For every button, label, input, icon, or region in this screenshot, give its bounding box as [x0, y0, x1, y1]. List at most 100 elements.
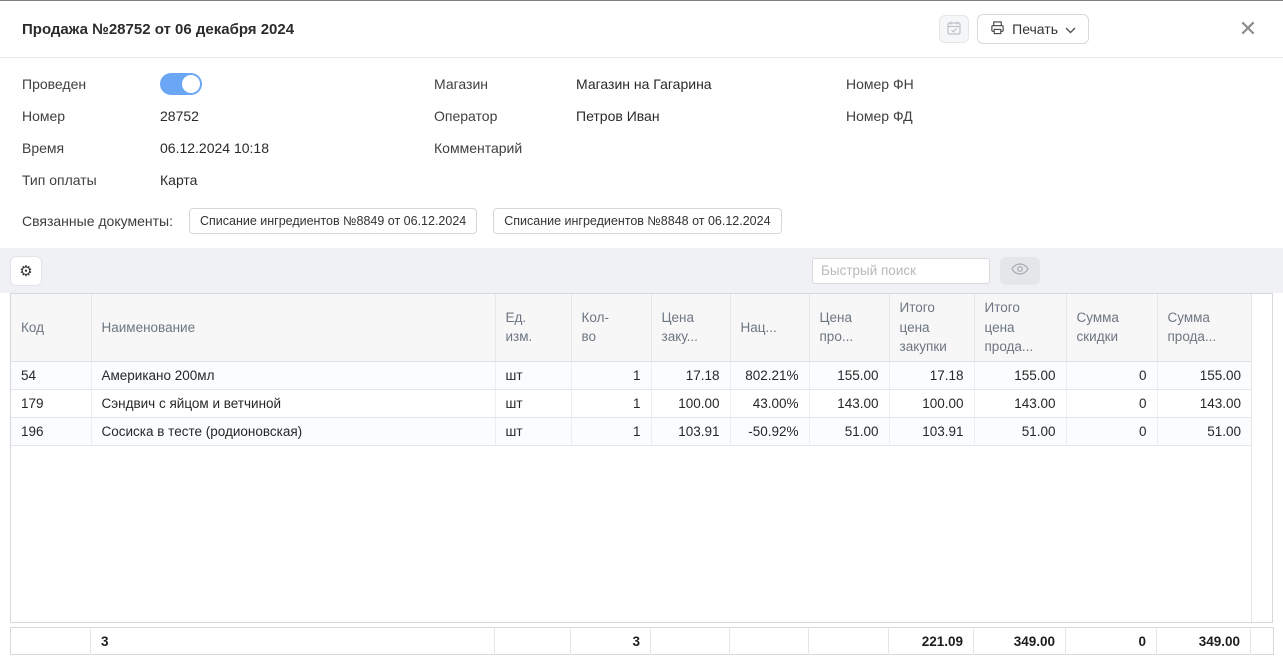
gear-icon: ⚙	[19, 262, 32, 280]
cell-unit: шт	[495, 390, 571, 418]
col-header-total_sale[interactable]: Итого цена прода...	[974, 294, 1066, 361]
cell-code: 196	[11, 418, 91, 446]
cell-qty: 1	[571, 362, 651, 390]
col-header-name[interactable]: Наименование	[91, 294, 495, 361]
table-row[interactable]: 54Американо 200млшт117.18802.21%155.0017…	[11, 362, 1251, 390]
col-header-sale_price[interactable]: Цена про...	[809, 294, 889, 361]
printer-icon	[990, 20, 1005, 38]
header-actions: Печать ✕	[939, 14, 1261, 44]
related-doc-chip-1[interactable]: Списание ингредиентов №8849 от 06.12.202…	[189, 208, 477, 234]
cell-qty: 1	[571, 418, 651, 446]
cell-purchase_price: 17.18	[651, 362, 730, 390]
grid-totals-table: 33221.09349.000349.00	[10, 627, 1274, 655]
col-header-purchase_price[interactable]: Цена заку...	[651, 294, 730, 361]
cell-purchase_price: 103.91	[651, 418, 730, 446]
total-sale_price	[809, 628, 889, 655]
total-code	[11, 628, 91, 655]
col-header-code[interactable]: Код	[11, 294, 91, 361]
grid-empty-space	[11, 446, 1251, 622]
total-purchase_price	[651, 628, 730, 655]
payment-type-value: Карта	[160, 172, 197, 188]
cell-total_purchase: 17.18	[889, 362, 974, 390]
table-row[interactable]: 196Сосиска в тесте (родионовская)шт1103.…	[11, 418, 1251, 446]
calendar-check-button[interactable]	[939, 15, 969, 43]
grid-rows-table: 54Американо 200млшт117.18802.21%155.0017…	[11, 362, 1251, 447]
posted-label: Проведен	[22, 76, 160, 92]
time-value: 06.12.2024 10:18	[160, 140, 269, 156]
col-header-total_sum[interactable]: Сумма прода...	[1157, 294, 1251, 361]
toolbar-right	[812, 257, 1040, 285]
cell-total_purchase: 100.00	[889, 390, 974, 418]
grid-toolbar: ⚙	[0, 248, 1283, 293]
cell-name: Американо 200мл	[91, 362, 495, 390]
related-doc-chip-2[interactable]: Списание ингредиентов №8848 от 06.12.202…	[493, 208, 781, 234]
cell-discount: 0	[1066, 418, 1157, 446]
close-button[interactable]: ✕	[1235, 16, 1261, 42]
calendar-check-icon	[946, 20, 962, 39]
grid-body-area: КодНаименованиеЕд. изм.Кол- воЦена заку.…	[10, 293, 1273, 623]
cell-code: 54	[11, 362, 91, 390]
total-markup	[730, 628, 809, 655]
total-discount: 0	[1066, 628, 1157, 655]
cell-total_sale: 51.00	[974, 418, 1066, 446]
print-button-label: Печать	[1012, 21, 1058, 37]
page-title: Продажа №28752 от 06 декабря 2024	[22, 21, 294, 38]
time-label: Время	[22, 140, 160, 156]
col-header-total_purchase[interactable]: Итого цена закупки	[889, 294, 974, 361]
cell-total_sum: 155.00	[1157, 362, 1251, 390]
scrollbar-gutter[interactable]	[1251, 294, 1272, 622]
cell-sale_price: 143.00	[809, 390, 889, 418]
cell-markup: -50.92%	[730, 418, 809, 446]
number-label: Номер	[22, 108, 160, 124]
eye-icon	[1011, 263, 1029, 278]
cell-name: Сосиска в тесте (родионовская)	[91, 418, 495, 446]
total-gutter	[1251, 628, 1274, 655]
search-input[interactable]	[812, 258, 990, 284]
cell-unit: шт	[495, 362, 571, 390]
col-header-markup[interactable]: Нац...	[730, 294, 809, 361]
cell-total_sum: 51.00	[1157, 418, 1251, 446]
col-header-discount[interactable]: Сумма скидки	[1066, 294, 1157, 361]
cell-total_sale: 155.00	[974, 362, 1066, 390]
form-column-middle: Магазин Магазин на Гагарина Оператор Пет…	[434, 68, 846, 196]
col-header-qty[interactable]: Кол- во	[571, 294, 651, 361]
grid-main: КодНаименованиеЕд. изм.Кол- воЦена заку.…	[11, 294, 1251, 622]
cell-code: 179	[11, 390, 91, 418]
form-column-left: Проведен Номер 28752 Время 06.12.2024 10…	[22, 68, 434, 196]
payment-type-label: Тип оплаты	[22, 172, 160, 188]
chevron-down-icon	[1065, 21, 1076, 37]
cell-discount: 0	[1066, 362, 1157, 390]
cell-markup: 802.21%	[730, 362, 809, 390]
comment-label: Комментарий	[434, 140, 576, 156]
total-total_purchase: 221.09	[889, 628, 974, 655]
operator-label: Оператор	[434, 108, 576, 124]
cell-qty: 1	[571, 390, 651, 418]
posted-toggle[interactable]	[160, 73, 202, 95]
window-header: Продажа №28752 от 06 декабря 2024 П	[0, 1, 1283, 58]
fd-number-label: Номер ФД	[846, 108, 988, 124]
col-header-unit[interactable]: Ед. изм.	[495, 294, 571, 361]
operator-value: Петров Иван	[576, 108, 660, 124]
table-row[interactable]: 179Сэндвич с яйцом и ветчинойшт1100.0043…	[11, 390, 1251, 418]
document-form: Проведен Номер 28752 Время 06.12.2024 10…	[0, 58, 1283, 196]
total-unit	[495, 628, 571, 655]
cell-sale_price: 155.00	[809, 362, 889, 390]
cell-markup: 43.00%	[730, 390, 809, 418]
close-icon: ✕	[1239, 16, 1257, 41]
cell-total_sum: 143.00	[1157, 390, 1251, 418]
cell-total_purchase: 103.91	[889, 418, 974, 446]
items-grid: КодНаименованиеЕд. изм.Кол- воЦена заку.…	[10, 293, 1273, 655]
total-qty: 3	[571, 628, 651, 655]
toggle-knob	[182, 75, 200, 93]
cell-unit: шт	[495, 418, 571, 446]
cell-total_sale: 143.00	[974, 390, 1066, 418]
store-value: Магазин на Гагарина	[576, 76, 712, 92]
form-column-right: Номер ФН Номер ФД	[846, 68, 1261, 196]
total-name: 3	[91, 628, 495, 655]
settings-button[interactable]: ⚙	[10, 256, 42, 286]
cell-sale_price: 51.00	[809, 418, 889, 446]
visibility-button[interactable]	[1000, 257, 1040, 285]
fn-number-label: Номер ФН	[846, 76, 988, 92]
related-documents: Связанные документы: Списание ингредиент…	[0, 196, 1283, 234]
print-button[interactable]: Печать	[977, 14, 1089, 44]
